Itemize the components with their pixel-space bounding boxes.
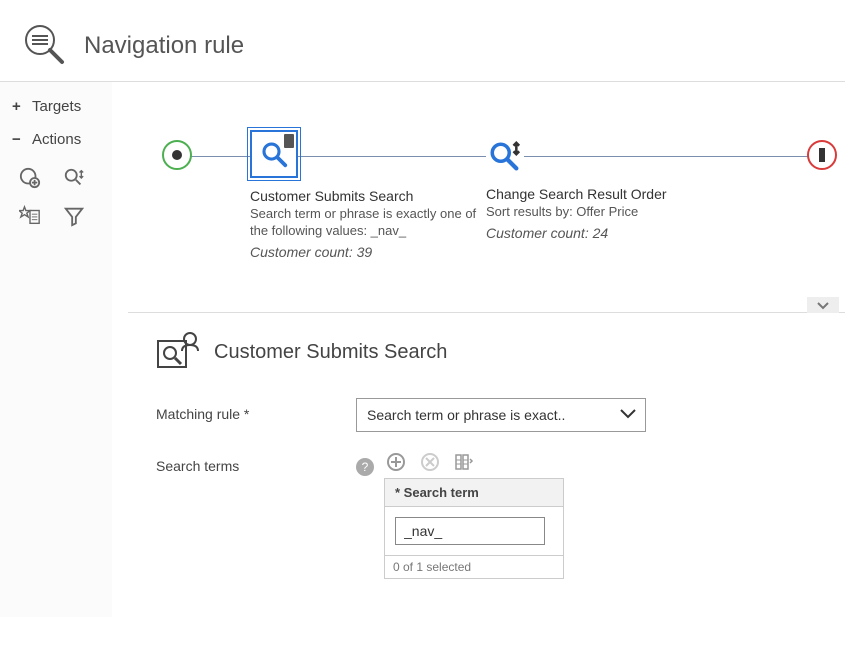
page-title: Navigation rule: [84, 32, 244, 60]
canvas-wrap: Customer Submits Search Search term or p…: [112, 81, 845, 617]
change-order-icon: [486, 138, 524, 176]
columns-icon[interactable]: [452, 450, 476, 474]
terms-column-header[interactable]: * Search term: [385, 479, 563, 507]
add-content-icon[interactable]: [16, 164, 44, 192]
flow-node-title: Change Search Result Order: [486, 186, 716, 202]
flow-node-change-search-order[interactable]: Change Search Result Order Sort results …: [486, 138, 716, 241]
sidebar-targets[interactable]: + Targets: [0, 90, 112, 123]
search-terms-label: Search terms: [156, 450, 356, 474]
minus-icon: −: [12, 131, 26, 148]
sidebar-actions[interactable]: − Actions: [0, 123, 112, 156]
sort-search-icon[interactable]: [60, 164, 88, 192]
matching-rule-select[interactable]: Search term or phrase is exact..: [356, 398, 646, 432]
terms-cell: [385, 507, 563, 555]
terms-toolbar: [384, 450, 564, 474]
terms-selection-status: 0 of 1 selected: [385, 555, 563, 578]
flow-end-node[interactable]: [807, 140, 837, 170]
matching-rule-value: Search term or phrase is exact..: [367, 407, 565, 423]
navigation-rule-icon: [20, 20, 68, 71]
search-node-icon: [250, 130, 298, 178]
add-term-button[interactable]: [384, 450, 408, 474]
search-terms-row: Search terms ?: [156, 450, 825, 579]
matching-rule-label: Matching rule *: [156, 398, 356, 422]
search-terms-table: * Search term 0 of 1 selected: [384, 478, 564, 579]
search-term-input[interactable]: [395, 517, 545, 545]
flow-node-count: Customer count: 24: [486, 225, 716, 241]
details-header: Customer Submits Search: [156, 331, 825, 374]
flow-node-customer-submits-search[interactable]: Customer Submits Search Search term or p…: [250, 130, 480, 260]
start-icon: [162, 140, 192, 170]
collapse-panel-button[interactable]: [807, 297, 839, 313]
customer-submits-search-icon: [156, 331, 200, 374]
details-panel: Customer Submits Search Matching rule * …: [128, 312, 845, 617]
sidebar-icon-grid: [0, 156, 112, 238]
flow-canvas[interactable]: Customer Submits Search Search term or p…: [128, 82, 845, 312]
details-title: Customer Submits Search: [214, 341, 447, 364]
sidebar: + Targets − Actions: [0, 81, 112, 617]
end-icon: [807, 140, 837, 170]
sidebar-actions-label: Actions: [32, 131, 81, 148]
flow-node-desc: Search term or phrase is exactly one of …: [250, 206, 480, 240]
chevron-down-icon: [619, 407, 637, 423]
page-header: Navigation rule: [0, 0, 845, 81]
remove-term-button[interactable]: [418, 450, 442, 474]
flow-node-title: Customer Submits Search: [250, 188, 480, 204]
flow-node-desc: Sort results by: Offer Price: [486, 204, 716, 221]
promote-list-icon[interactable]: [16, 202, 44, 230]
filter-icon[interactable]: [60, 202, 88, 230]
matching-rule-row: Matching rule * Search term or phrase is…: [156, 398, 825, 432]
help-icon[interactable]: ?: [356, 458, 374, 476]
sidebar-targets-label: Targets: [32, 98, 81, 115]
plus-icon: +: [12, 98, 26, 115]
flow-start-node[interactable]: [162, 140, 192, 170]
flow-node-count: Customer count: 39: [250, 244, 480, 260]
